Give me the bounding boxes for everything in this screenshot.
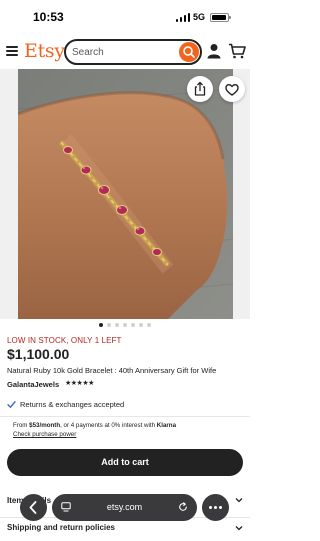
cart-icon[interactable]	[228, 43, 246, 59]
listing-title: Natural Ruby 10k Gold Bracelet : 40th An…	[7, 366, 217, 375]
product-photo[interactable]	[18, 69, 233, 319]
share-button[interactable]	[187, 76, 213, 102]
url-text[interactable]: etsy.com	[52, 494, 197, 521]
add-to-cart-button[interactable]: Add to cart	[7, 449, 243, 476]
carousel-dot[interactable]	[115, 323, 119, 327]
signal-icon	[176, 13, 190, 22]
more-icon	[209, 506, 222, 509]
heart-icon	[225, 83, 239, 96]
carousel-dot[interactable]	[139, 323, 143, 327]
user-icon[interactable]	[207, 43, 221, 59]
image-carousel-dots[interactable]	[0, 323, 250, 329]
listing-price: $1,100.00	[7, 346, 70, 362]
carousel-dot[interactable]	[107, 323, 111, 327]
status-time: 10:53	[33, 10, 64, 24]
etsy-logo[interactable]: Etsy	[24, 40, 65, 62]
returns-policy-text: Returns & exchanges accepted	[20, 400, 125, 409]
chevron-down-icon[interactable]	[235, 497, 243, 503]
klarna-middle: , or 4 payments at 0% interest with	[60, 422, 157, 429]
shop-name[interactable]: GalantaJewels	[7, 380, 59, 389]
share-icon	[194, 81, 206, 96]
chevron-left-icon	[29, 501, 37, 514]
check-purchase-power-link[interactable]: Check purchase power	[13, 431, 76, 438]
divider	[0, 416, 250, 417]
address-bar[interactable]: etsy.com	[52, 494, 197, 521]
search-icon	[183, 46, 195, 58]
shop-rating-stars: ★★★★★	[65, 380, 94, 387]
carousel-dot[interactable]	[147, 323, 151, 327]
carousel-dot[interactable]	[99, 323, 103, 327]
search-input[interactable]	[72, 44, 172, 60]
chevron-down-icon[interactable]	[235, 525, 243, 531]
shipping-policies-heading[interactable]: Shipping and return policies	[7, 523, 115, 532]
more-options-button[interactable]	[202, 494, 229, 521]
stock-notice: LOW IN STOCK, ONLY 1 LEFT	[7, 336, 122, 345]
klarna-financing-text: From $53/month, or 4 payments at 0% inte…	[13, 422, 176, 429]
status-bar: 10:53 5G	[0, 0, 250, 34]
klarna-amount: $53/month	[29, 422, 61, 429]
search-button[interactable]	[179, 42, 199, 62]
search-bar[interactable]	[64, 39, 202, 65]
favorite-button[interactable]	[219, 76, 245, 102]
carousel-dot[interactable]	[131, 323, 135, 327]
product-image-gallery[interactable]	[0, 69, 250, 319]
klarna-brand: Klarna	[156, 422, 177, 429]
site-header: Etsy	[0, 35, 250, 69]
carousel-dot[interactable]	[123, 323, 127, 327]
reload-icon[interactable]	[178, 502, 188, 512]
checkmark-icon	[7, 401, 16, 408]
back-button[interactable]	[20, 494, 47, 521]
menu-icon[interactable]	[6, 46, 18, 56]
battery-icon	[210, 13, 231, 22]
network-label: 5G	[193, 12, 206, 22]
klarna-prefix: From	[13, 422, 30, 429]
